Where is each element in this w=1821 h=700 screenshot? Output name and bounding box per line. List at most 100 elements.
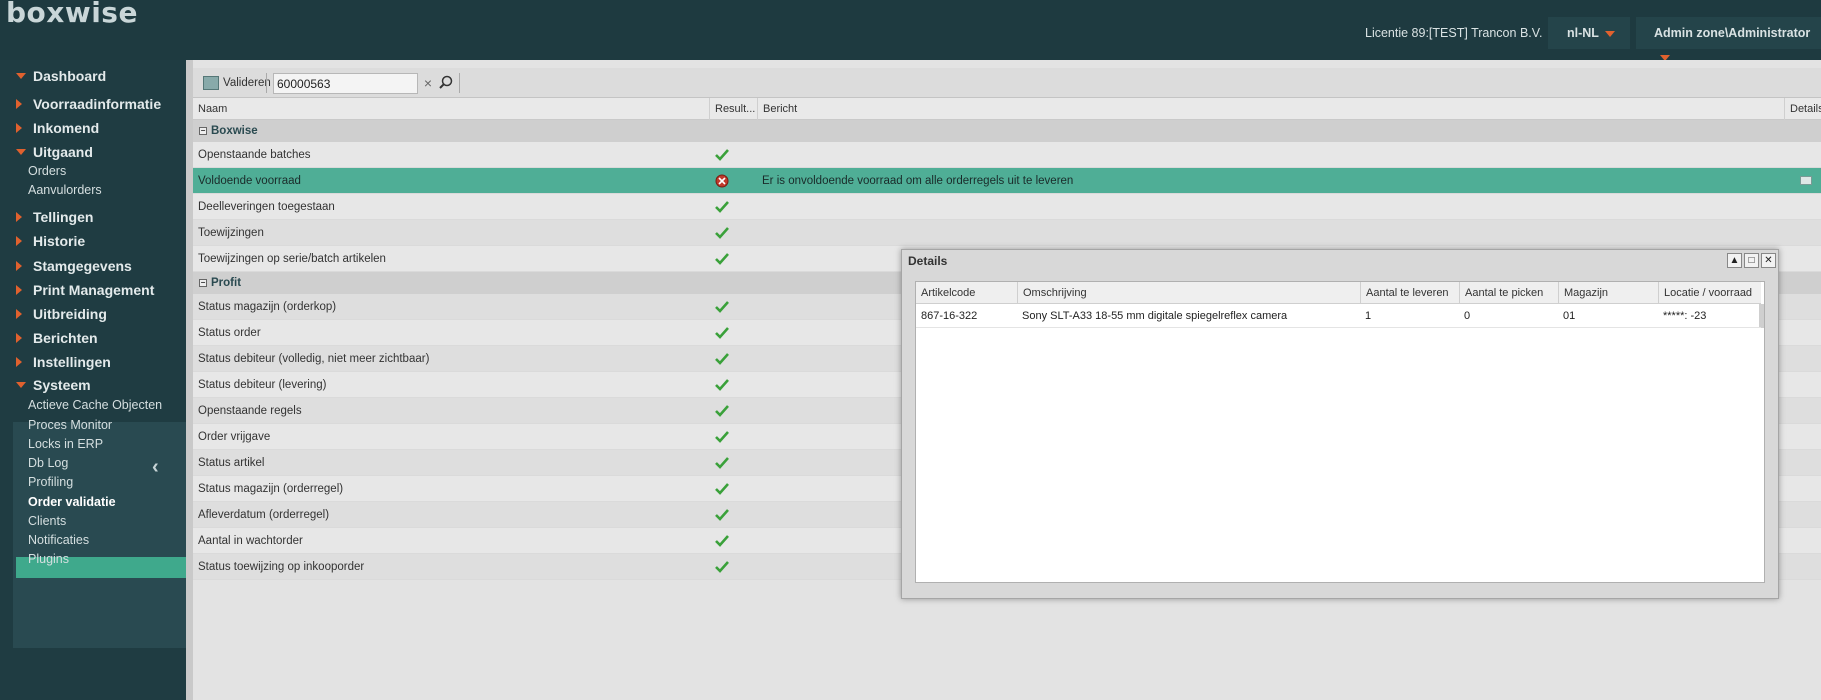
column-header-artikelcode[interactable]: Artikelcode <box>916 282 1017 304</box>
table-row[interactable]: Toewijzingen <box>193 220 1821 246</box>
sidebar-item-label: Historie <box>33 233 86 249</box>
collapsed-arrow-icon <box>16 357 22 367</box>
details-icon[interactable] <box>1800 176 1812 185</box>
sidebar-item-label: Tellingen <box>33 209 94 225</box>
details-grid: Artikelcode Omschrijving Aantal te lever… <box>915 281 1765 583</box>
sidebar-item-berichten[interactable]: Berichten <box>0 327 186 349</box>
check-icon <box>715 253 729 265</box>
sidebar-item-voorraadinformatie[interactable]: Voorraadinformatie <box>0 93 186 115</box>
sidebar-subitem-order-validatie[interactable]: Order validatie <box>28 492 116 512</box>
column-header-details[interactable]: Details <box>1784 98 1821 120</box>
column-header-message[interactable]: Bericht <box>757 98 1784 120</box>
check-icon <box>715 227 729 239</box>
sidebar-subitem-locks[interactable]: Locks in ERP <box>28 434 103 454</box>
collapse-group-icon[interactable]: − <box>199 127 207 135</box>
cell-name: Status magazijn (orderregel) <box>198 483 344 495</box>
sidebar-subitem-db-log[interactable]: Db Log <box>28 453 68 473</box>
collapsed-arrow-icon <box>16 123 22 133</box>
check-icon <box>715 483 729 495</box>
check-icon <box>715 301 729 313</box>
table-row[interactable]: Openstaande batches <box>193 142 1821 168</box>
sidebar-subitem-profiling[interactable]: Profiling <box>28 472 73 492</box>
app-logo[interactable]: boxwise <box>6 0 138 29</box>
language-dropdown[interactable]: nl-NL <box>1567 21 1615 45</box>
column-header-aantal-leveren[interactable]: Aantal te leveren <box>1360 282 1459 304</box>
cell-name: Status debiteur (levering) <box>198 379 327 391</box>
table-row[interactable]: 867-16-322 Sony SLT-A33 18-55 mm digital… <box>916 305 1761 328</box>
collapsed-arrow-icon <box>16 309 22 319</box>
toolbar-separator <box>266 73 267 93</box>
table-row[interactable]: Deelleveringen toegestaan <box>193 194 1821 220</box>
cell-message: Er is onvoldoende voorraad om alle order… <box>762 175 1074 187</box>
group-label: Boxwise <box>211 125 258 137</box>
collapsed-arrow-icon <box>16 333 22 343</box>
collapsed-arrow-icon <box>16 212 22 222</box>
user-menu[interactable]: Admin zone\Administrator <box>1654 21 1821 61</box>
cell-name: Deelleveringen toegestaan <box>198 201 335 213</box>
cell-name: Status artikel <box>198 457 265 469</box>
group-label: Profit <box>211 277 242 289</box>
close-icon[interactable]: ✕ <box>1761 253 1776 268</box>
sidebar-item-tellingen[interactable]: Tellingen <box>0 206 186 228</box>
sidebar-item-label: Voorraadinformatie <box>33 96 162 112</box>
cell-omschrijving: Sony SLT-A33 18-55 mm digitale spiegelre… <box>1022 310 1288 322</box>
sidebar-subitem-notificaties[interactable]: Notificaties <box>28 530 89 550</box>
sidebar-subitem-proces-monitor[interactable]: Proces Monitor <box>28 415 112 435</box>
table-row[interactable]: Voldoende voorraad Er is onvoldoende voor… <box>193 168 1821 194</box>
order-number-input[interactable] <box>273 73 418 94</box>
cell-name: Voldoende voorraad <box>198 175 301 187</box>
sidebar-item-uitbreiding[interactable]: Uitbreiding <box>0 303 186 325</box>
sidebar-item-inkomend[interactable]: Inkomend <box>0 117 186 139</box>
sidebar-item-uitgaand[interactable]: Uitgaand <box>0 141 186 163</box>
clear-icon[interactable]: × <box>421 73 435 93</box>
sidebar-subitem-cache[interactable]: Actieve Cache Objecten <box>28 395 162 415</box>
cell-name: Status magazijn (orderkop) <box>198 301 337 313</box>
maximize-icon[interactable]: □ <box>1744 253 1759 268</box>
sidebar-item-historie[interactable]: Historie <box>0 230 186 252</box>
sidebar-subitem-plugins[interactable]: Plugins <box>28 549 69 569</box>
sidebar-item-label: Instellingen <box>33 354 111 370</box>
sidebar: Dashboard Voorraadinformatie Inkomend Ui… <box>0 60 186 700</box>
sidebar-item-stamgegevens[interactable]: Stamgegevens <box>0 255 186 277</box>
sidebar-item-systeem[interactable]: Systeem <box>0 374 186 396</box>
sidebar-item-label: Stamgegevens <box>33 258 132 274</box>
collapse-sidebar-icon[interactable]: ‹ <box>152 456 159 479</box>
sidebar-item-label: Dashboard <box>33 68 107 84</box>
column-header-name[interactable]: Naam <box>193 98 709 120</box>
license-label: Licentie 89:[TEST] Trancon B.V. <box>1365 26 1543 40</box>
chevron-down-icon <box>1604 30 1615 37</box>
column-header-omschrijving[interactable]: Omschrijving <box>1017 282 1360 304</box>
sidebar-item-label: Uitbreiding <box>33 306 107 322</box>
column-header-locatie[interactable]: Locatie / voorraad <box>1658 282 1761 304</box>
search-icon[interactable] <box>438 73 454 93</box>
sidebar-item-print-management[interactable]: Print Management <box>0 279 186 301</box>
sidebar-item-instellingen[interactable]: Instellingen <box>0 351 186 373</box>
collapsed-arrow-icon <box>16 261 22 271</box>
sidebar-subitem-clients[interactable]: Clients <box>28 511 66 531</box>
column-header-aantal-picken[interactable]: Aantal te picken <box>1459 282 1558 304</box>
toolbar: Valideren × <box>193 68 1821 98</box>
check-icon <box>715 201 729 213</box>
sidebar-subitem-aanvulorders[interactable]: Aanvulorders <box>28 180 102 200</box>
collapsed-arrow-icon <box>16 285 22 295</box>
cell-name: Status debiteur (volledig, niet meer zic… <box>198 353 430 365</box>
cell-name: Toewijzingen op serie/batch artikelen <box>198 253 386 265</box>
collapse-group-icon[interactable]: − <box>199 279 207 287</box>
validate-label: Valideren <box>223 77 271 89</box>
validate-button[interactable]: Valideren <box>203 73 271 93</box>
error-icon <box>715 174 729 188</box>
sidebar-subitem-orders[interactable]: Orders <box>28 161 66 181</box>
sidebar-item-dashboard[interactable]: Dashboard <box>0 65 186 87</box>
column-header-magazijn[interactable]: Magazijn <box>1558 282 1658 304</box>
check-icon <box>715 405 729 417</box>
validate-icon <box>203 76 219 90</box>
expanded-arrow-icon <box>16 73 26 79</box>
column-header-result[interactable]: Result... <box>709 98 757 120</box>
group-row[interactable]: − Boxwise <box>193 120 1821 142</box>
cell-name: Aantal in wachtorder <box>198 535 303 547</box>
collapse-icon[interactable]: ▲ <box>1727 253 1742 268</box>
cell-name: Afleverdatum (orderregel) <box>198 509 330 521</box>
check-icon <box>715 509 729 521</box>
check-icon <box>715 535 729 547</box>
cell-name: Order vrijgave <box>198 431 271 443</box>
